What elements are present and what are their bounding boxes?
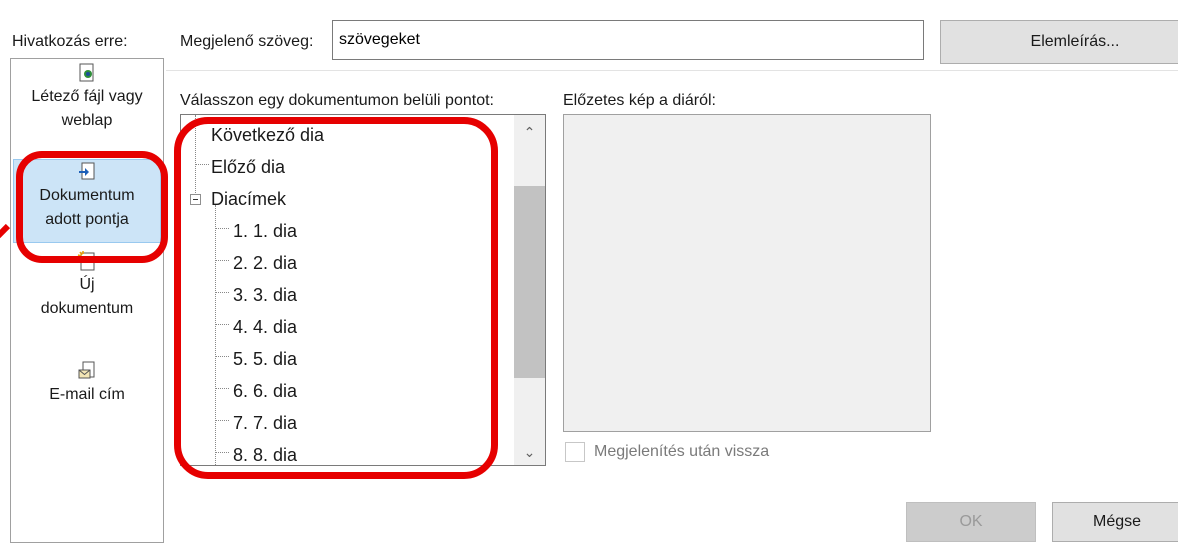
link-type-list: Létező fájl vagy weblap Dokumentum adott… (10, 58, 164, 543)
slide-preview-box (563, 114, 931, 432)
scroll-up-arrow-icon[interactable]: ⌃ (514, 118, 545, 146)
slide-preview-label: Előzetes kép a diáról: (563, 92, 716, 109)
document-place-tree[interactable]: Következő dia Előző dia Diacímek 1. 1. d… (180, 114, 546, 466)
tree-item-slide-8[interactable]: 8. 8. dia (233, 443, 297, 465)
tree-line (215, 205, 216, 465)
link-type-new-document[interactable]: Új dokumentum (13, 251, 161, 321)
tree-line (215, 452, 229, 453)
show-and-return-label: Megjelenítés után vissza (594, 443, 770, 460)
tree-line (195, 164, 209, 165)
tree-item-previous-slide[interactable]: Előző dia (211, 155, 285, 179)
tree-item-slide-5[interactable]: 5. 5. dia (233, 347, 297, 371)
ok-button[interactable]: OK (906, 502, 1036, 542)
tree-item-slide-2[interactable]: 2. 2. dia (233, 251, 297, 275)
tree-scrollbar-thumb[interactable] (514, 186, 545, 378)
email-icon (78, 361, 95, 379)
scroll-down-arrow-icon[interactable]: ⌄ (514, 438, 545, 466)
tree-item-slide-6[interactable]: 6. 6. dia (233, 379, 297, 403)
tree-item-slide-7[interactable]: 7. 7. dia (233, 411, 297, 435)
collapse-toggle[interactable] (190, 194, 201, 205)
existing-file-icon (79, 63, 94, 82)
tree-line (215, 356, 229, 357)
tree-item-slide-titles[interactable]: Diacímek (211, 187, 286, 211)
tree-line (215, 324, 229, 325)
tree-item-next-slide[interactable]: Következő dia (211, 123, 324, 147)
annotation-arrow-fragment (0, 223, 11, 239)
display-text-input[interactable] (332, 20, 924, 60)
screentip-button[interactable]: Elemleírás... (940, 20, 1178, 64)
link-type-new-document-line2: dokumentum (40, 300, 134, 317)
section-divider (166, 70, 1178, 71)
tree-item-slide-3[interactable]: 3. 3. dia (233, 283, 297, 307)
display-text-label: Megjelenő szöveg: (180, 33, 314, 50)
tree-item-slide-4[interactable]: 4. 4. dia (233, 315, 297, 339)
tree-line (215, 388, 229, 389)
link-type-new-document-line1: Új (79, 276, 95, 293)
tree-line (215, 260, 229, 261)
new-document-icon (77, 251, 95, 271)
tree-item-slide-1[interactable]: 1. 1. dia (233, 219, 297, 243)
link-type-place-in-document[interactable]: Dokumentum adott pontja (13, 159, 161, 243)
tree-line (215, 228, 229, 229)
place-in-document-icon (79, 162, 95, 180)
link-type-existing-file-line1: Létező fájl vagy (31, 88, 143, 105)
tree-line (215, 420, 229, 421)
tree-line (195, 115, 196, 197)
show-and-return-checkbox[interactable] (565, 442, 585, 462)
link-to-label: Hivatkozás erre: (12, 33, 128, 50)
tree-line (215, 292, 229, 293)
select-place-label: Válasszon egy dokumentumon belüli pontot… (180, 92, 494, 109)
link-type-place-line2: adott pontja (45, 211, 129, 228)
link-type-email-line1: E-mail cím (49, 386, 125, 403)
link-type-email[interactable]: E-mail cím (13, 361, 161, 407)
link-type-existing-file-line2: weblap (61, 112, 113, 129)
link-type-existing-file[interactable]: Létező fájl vagy weblap (13, 63, 161, 133)
cancel-button[interactable]: Mégse (1052, 502, 1178, 542)
link-type-place-line1: Dokumentum (39, 187, 135, 204)
